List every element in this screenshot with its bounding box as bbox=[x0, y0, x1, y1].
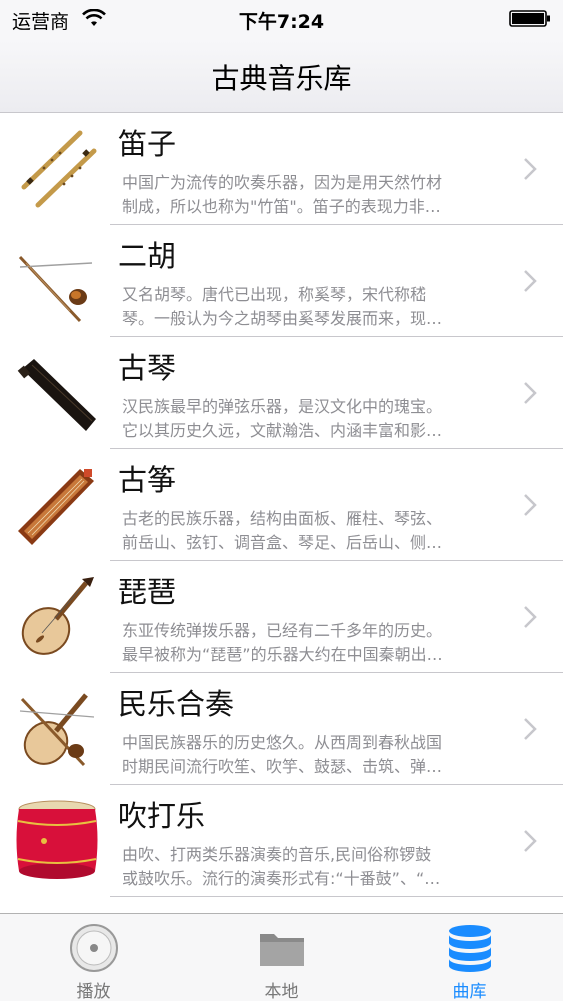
item-title: 琵琶 bbox=[118, 575, 177, 609]
pipa-image bbox=[21, 577, 94, 655]
list-item-partial[interactable] bbox=[0, 897, 563, 913]
tab-label: 本地 bbox=[264, 982, 299, 1002]
status-bar: 运营商 下午7:24 bbox=[0, 0, 563, 40]
tab-bar: 播放 本地 曲库 bbox=[0, 913, 563, 1002]
list-item-dizi[interactable]: 笛子 中国广为流传的吹奏乐器，因为是用天然竹材 制成，所以也称为"竹笛"。笛子的… bbox=[0, 113, 563, 225]
ensemble-image bbox=[19, 693, 95, 767]
item-description: 汉民族最早的弹弦乐器，是汉文化中的瑰宝。 它以其历史久远，文献瀚浩、内涵丰富和影… bbox=[122, 397, 443, 440]
battery-icon bbox=[509, 10, 550, 27]
dizi-flute-image bbox=[21, 130, 97, 208]
item-title: 吹打乐 bbox=[118, 799, 206, 833]
item-title: 二胡 bbox=[118, 239, 177, 273]
drum-image bbox=[16, 800, 98, 879]
item-description: 东亚传统弹拨乐器，已经有二千多年的历史。 最早被称为“琵琶”的乐器大约在中国秦朝… bbox=[122, 621, 443, 664]
list-item-guzheng[interactable]: 古筝 古老的民族乐器，结构由面板、雁柱、琴弦、 前岳山、弦钉、调音盒、琴足、后岳… bbox=[0, 449, 563, 561]
tab-local[interactable]: 本地 bbox=[188, 914, 375, 1002]
item-title: 古琴 bbox=[118, 351, 177, 385]
list-item-guqin[interactable]: 古琴 汉民族最早的弹弦乐器，是汉文化中的瑰宝。 它以其历史久远，文献瀚浩、内涵丰… bbox=[0, 337, 563, 449]
chevron-right-icon bbox=[524, 494, 537, 516]
item-description: 中国广为流传的吹奏乐器，因为是用天然竹材 制成，所以也称为"竹笛"。笛子的表现力… bbox=[122, 173, 443, 216]
tab-play[interactable]: 播放 bbox=[0, 914, 187, 1002]
database-icon bbox=[448, 925, 491, 972]
page-title: 古典音乐库 bbox=[211, 62, 352, 95]
item-title: 笛子 bbox=[118, 127, 177, 161]
item-description: 由吹、打两类乐器演奏的音乐,民间俗称锣鼓 或鼓吹乐。流行的演奏形式有:“十番鼓”… bbox=[122, 845, 441, 888]
list-item-pipa[interactable]: 琵琶 东亚传统弹拨乐器，已经有二千多年的历史。 最早被称为“琵琶”的乐器大约在中… bbox=[0, 561, 563, 673]
item-title: 民乐合奏 bbox=[118, 687, 235, 721]
play-disc-icon bbox=[69, 924, 118, 972]
tab-label: 播放 bbox=[76, 982, 111, 1002]
item-title: 古筝 bbox=[118, 463, 177, 497]
status-time: 下午7:24 bbox=[238, 11, 325, 33]
chevron-right-icon bbox=[524, 382, 537, 404]
folder-icon bbox=[259, 934, 304, 966]
erhu-image bbox=[18, 255, 93, 323]
tab-label: 曲库 bbox=[452, 982, 487, 1002]
tab-library[interactable]: 曲库 bbox=[376, 914, 563, 1002]
item-description: 又名胡琴。唐代已出现，称奚琴，宋代称嵇 琴。一般认为今之胡琴由奚琴发展而来，现… bbox=[122, 285, 443, 328]
chevron-right-icon bbox=[524, 830, 537, 852]
list-item-chuidayue[interactable]: 吹打乐 由吹、打两类乐器演奏的音乐,民间俗称锣鼓 或鼓吹乐。流行的演奏形式有:“… bbox=[0, 785, 563, 897]
chevron-right-icon bbox=[524, 270, 537, 292]
chevron-right-icon bbox=[524, 606, 537, 628]
item-description: 古老的民族乐器，结构由面板、雁柱、琴弦、 前岳山、弦钉、调音盒、琴足、后岳山、侧… bbox=[122, 509, 443, 552]
chevron-right-icon bbox=[524, 158, 537, 180]
navigation-bar: 古典音乐库 bbox=[0, 40, 563, 113]
guqin-image bbox=[17, 359, 96, 431]
list-item-erhu[interactable]: 二胡 又名胡琴。唐代已出现，称奚琴，宋代称嵇 琴。一般认为今之胡琴由奚琴发展而来… bbox=[0, 225, 563, 337]
instrument-list[interactable]: 笛子 中国广为流传的吹奏乐器，因为是用天然竹材 制成，所以也称为"竹笛"。笛子的… bbox=[0, 113, 563, 913]
guzheng-image bbox=[18, 469, 94, 545]
list-item-ensemble[interactable]: 民乐合奏 中国民族器乐的历史悠久。从西周到春秋战国 时期民间流行吹笙、吹竽、鼓瑟… bbox=[0, 673, 563, 785]
chevron-right-icon bbox=[524, 718, 537, 740]
item-description: 中国民族器乐的历史悠久。从西周到春秋战国 时期民间流行吹笙、吹竽、鼓瑟、击筑、弹… bbox=[122, 733, 443, 776]
